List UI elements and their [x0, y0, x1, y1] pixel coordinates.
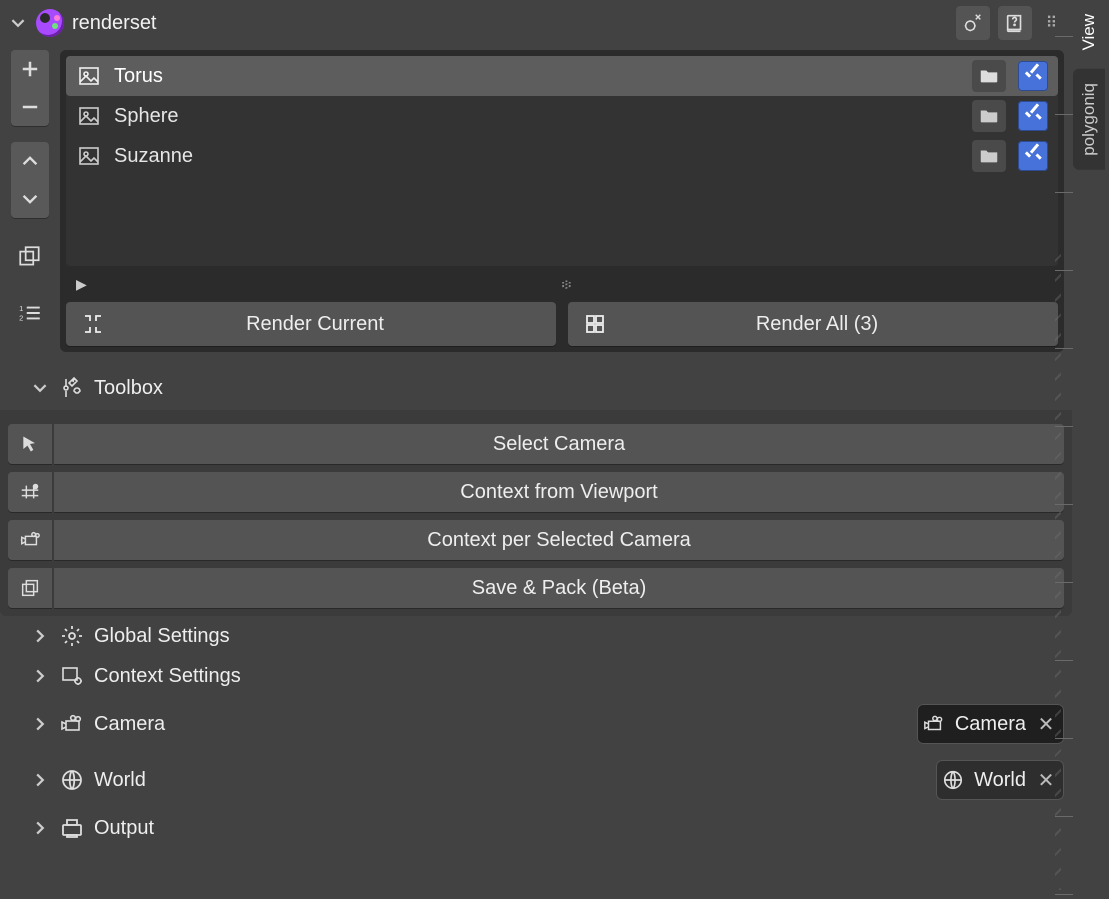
numbered-list-button[interactable]: 1 2	[11, 294, 49, 332]
world-panel[interactable]: World	[94, 769, 926, 792]
chevron-right-icon[interactable]	[30, 669, 50, 683]
chevron-right-icon[interactable]	[30, 717, 50, 731]
output-panel[interactable]: Output	[94, 817, 1064, 840]
viewport-icon	[8, 472, 52, 512]
chevron-right-icon[interactable]	[30, 773, 50, 787]
image-icon	[76, 63, 102, 89]
context-name: Sphere	[114, 105, 960, 128]
output-icon	[60, 816, 84, 840]
world-icon	[942, 769, 964, 791]
camera-panel[interactable]: Camera	[94, 713, 907, 736]
render-all-label: Render All (3)	[590, 313, 1044, 336]
world-datablock-chip[interactable]: World ✕	[936, 760, 1064, 800]
camera-datablock-chip[interactable]: Camera ✕	[917, 704, 1064, 744]
context-name: Suzanne	[114, 145, 960, 168]
toolbox-title: Toolbox	[94, 377, 163, 400]
resize-grip-icon[interactable]: ፨	[561, 276, 573, 293]
preferences-button[interactable]	[956, 6, 990, 40]
svg-text:2: 2	[19, 314, 23, 323]
world-icon	[60, 768, 84, 792]
camera-icon	[923, 713, 945, 735]
global-settings-panel[interactable]: Global Settings	[94, 625, 1064, 648]
chevron-down-icon[interactable]	[30, 381, 50, 395]
help-button[interactable]	[998, 6, 1032, 40]
include-checkbox[interactable]	[1018, 101, 1048, 131]
camera-chip-label: Camera	[955, 713, 1026, 736]
camera-icon	[60, 712, 84, 736]
move-context-down-button[interactable]	[11, 180, 49, 218]
save-pack-icon	[8, 568, 52, 608]
output-folder-button[interactable]	[972, 140, 1006, 172]
tab-polygoniq[interactable]: polygoniq	[1073, 69, 1105, 170]
unlink-camera-button[interactable]: ✕	[1036, 712, 1056, 737]
cursor-icon	[8, 424, 52, 464]
world-chip-label: World	[974, 769, 1026, 792]
select-camera-button[interactable]: Select Camera	[54, 424, 1064, 464]
tab-view[interactable]: View	[1073, 0, 1105, 65]
renderset-logo-icon	[36, 9, 64, 37]
render-all-button[interactable]: Render All (3)	[568, 302, 1058, 346]
context-row[interactable]: Torus	[66, 56, 1058, 96]
image-icon	[76, 103, 102, 129]
context-list: Torus Sphere	[60, 50, 1064, 352]
move-context-up-button[interactable]	[11, 142, 49, 180]
chevron-right-icon[interactable]	[30, 821, 50, 835]
render-current-button[interactable]: Render Current	[66, 302, 556, 346]
multi-edit-button[interactable]	[11, 238, 49, 276]
gear-icon	[60, 624, 84, 648]
context-settings-panel[interactable]: Context Settings	[94, 665, 1064, 688]
collapse-panel-icon[interactable]	[8, 13, 28, 33]
context-settings-icon	[60, 664, 84, 688]
context-per-selected-camera-button[interactable]: Context per Selected Camera	[54, 520, 1064, 560]
panel-title: renderset	[72, 12, 157, 35]
svg-text:1: 1	[19, 304, 23, 313]
list-expand-icon[interactable]: ▶	[76, 276, 87, 293]
include-checkbox[interactable]	[1018, 61, 1048, 91]
context-from-viewport-button[interactable]: Context from Viewport	[54, 472, 1064, 512]
include-checkbox[interactable]	[1018, 141, 1048, 171]
context-row[interactable]: Suzanne	[66, 136, 1058, 176]
render-current-label: Render Current	[88, 313, 542, 336]
add-context-button[interactable]	[11, 50, 49, 88]
toolbox-icon	[60, 376, 84, 400]
context-name: Torus	[114, 65, 960, 88]
output-folder-button[interactable]	[972, 100, 1006, 132]
drag-grip-icon[interactable]: ⠿	[1040, 13, 1064, 33]
camera-add-icon	[8, 520, 52, 560]
output-folder-button[interactable]	[972, 60, 1006, 92]
context-row[interactable]: Sphere	[66, 96, 1058, 136]
chevron-right-icon[interactable]	[30, 629, 50, 643]
image-icon	[76, 143, 102, 169]
save-pack-button[interactable]: Save & Pack (Beta)	[54, 568, 1064, 608]
remove-context-button[interactable]	[11, 88, 49, 126]
unlink-world-button[interactable]: ✕	[1036, 768, 1056, 793]
